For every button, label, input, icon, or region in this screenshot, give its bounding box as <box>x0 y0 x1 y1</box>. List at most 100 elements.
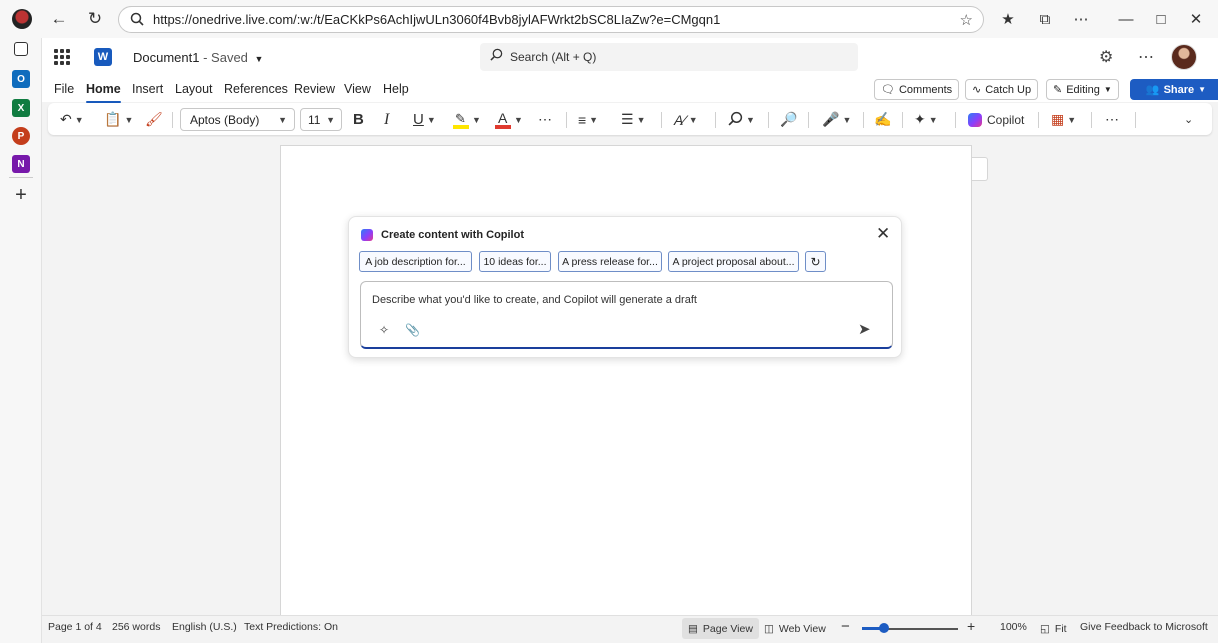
font-color-button[interactable]: A ▼ <box>495 109 523 130</box>
copilot-prompt-input[interactable]: Describe what you'd like to create, and … <box>360 281 893 349</box>
expand-ribbon-chevron-icon[interactable]: ⌄ <box>1184 109 1193 130</box>
user-avatar[interactable] <box>1171 44 1197 70</box>
catch-up-button[interactable]: ∿ Catch Up <box>965 79 1039 100</box>
close-icon[interactable]: ✕ <box>876 225 890 242</box>
comment-icon: 🗨 <box>881 84 895 96</box>
suggestion-chip[interactable]: A job description for... <box>359 251 472 272</box>
tabs-icon[interactable] <box>14 42 28 56</box>
editor-button[interactable]: ✍ <box>874 109 891 130</box>
tab-file[interactable]: File <box>54 82 74 96</box>
copilot-create-panel: Create content with Copilot ✕ A job desc… <box>348 216 902 358</box>
refresh-icon[interactable]: ↻ <box>84 8 106 30</box>
bullet-list-icon: ≡ <box>578 111 587 128</box>
zoom-slider-handle[interactable] <box>879 623 889 633</box>
tab-review[interactable]: Review <box>294 82 335 96</box>
styles-button[interactable]: A⁄ ▼ <box>674 109 698 130</box>
tab-layout[interactable]: Layout <box>175 82 213 96</box>
favorites-icon[interactable]: ★ <box>997 8 1019 30</box>
paste-button[interactable]: 📋 ▼ <box>104 109 133 130</box>
find-button[interactable]: ▼ <box>728 109 755 130</box>
page-view-button[interactable]: ▤ Page View <box>682 618 759 639</box>
more-options-icon[interactable]: ⋯ <box>1138 47 1154 67</box>
page-count[interactable]: Page 1 of 4 <box>48 621 102 633</box>
undo-button[interactable]: ↶ ▼ <box>60 109 84 130</box>
font-size-dropdown[interactable]: 11 ▼ <box>300 108 342 131</box>
designer-button[interactable]: ✦ ▼ <box>914 109 938 130</box>
more-ribbon-options-icon[interactable]: ⋯ <box>1105 109 1119 130</box>
tab-help[interactable]: Help <box>383 82 409 96</box>
outlook-icon[interactable]: O <box>12 70 30 88</box>
tab-insert[interactable]: Insert <box>132 82 163 96</box>
tab-view[interactable]: View <box>344 82 371 96</box>
suggestion-chip[interactable]: A press release for... <box>558 251 662 272</box>
prompt-placeholder: Describe what you'd like to create, and … <box>372 294 697 306</box>
format-painter-button[interactable]: 🖌 <box>145 109 163 130</box>
bold-button[interactable]: B <box>353 109 364 130</box>
bullets-button[interactable]: ≡ ▼ <box>578 109 598 130</box>
chevron-down-icon: ▼ <box>472 114 481 125</box>
addins-button[interactable]: ▦ ▼ <box>1051 109 1076 130</box>
editing-mode-button[interactable]: ✎ Editing ▼ <box>1046 79 1119 100</box>
maximize-icon[interactable]: □ <box>1150 8 1172 30</box>
more-font-options-icon[interactable]: ⋯ <box>538 109 552 130</box>
grid-addins-icon: ▦ <box>1051 111 1065 127</box>
refresh-suggestions-icon[interactable]: ↻ <box>805 251 826 272</box>
ribbon-divider <box>863 112 864 128</box>
onenote-icon[interactable]: N <box>12 155 30 173</box>
text-predictions-status[interactable]: Text Predictions: On <box>244 621 338 633</box>
minimize-icon[interactable]: — <box>1115 8 1137 30</box>
zoom-out-icon[interactable]: − <box>841 618 850 635</box>
people-icon: 👥 <box>1145 84 1160 96</box>
sparkle-prompts-icon[interactable]: ✧ <box>379 323 389 337</box>
browser-profile-icon[interactable] <box>12 9 32 29</box>
web-view-button[interactable]: ◫ Web View <box>758 618 832 639</box>
align-button[interactable]: ☰ ▼ <box>621 109 645 130</box>
address-bar[interactable]: https://onedrive.live.com/:w:/t/EaCKkPs6… <box>118 6 984 33</box>
document-title[interactable]: Document1 - Saved ▼ <box>133 50 263 65</box>
fit-button[interactable]: ◱ Fit <box>1034 618 1073 639</box>
word-header: W Document1 - Saved ▼ Search (Alt + Q) ⚙… <box>42 38 1218 76</box>
underline-button[interactable]: U ▼ <box>413 109 436 130</box>
suggestion-chip[interactable]: A project proposal about... <box>668 251 799 272</box>
feedback-link[interactable]: Give Feedback to Microsoft <box>1080 621 1208 633</box>
font-family-dropdown[interactable]: Aptos (Body) ▼ <box>180 108 295 131</box>
favorite-star-icon[interactable]: ☆ <box>960 11 973 29</box>
ribbon-divider <box>902 112 903 128</box>
chevron-down-icon: ▼ <box>928 114 938 125</box>
status-bar: Page 1 of 4 256 words English (U.S.) Tex… <box>42 615 1218 643</box>
paintbrush-icon: 🖌 <box>145 111 163 127</box>
more-menu-icon[interactable]: ⋯ <box>1070 8 1092 30</box>
back-arrow-icon[interactable]: ← <box>48 8 70 30</box>
suggestion-chip[interactable]: 10 ideas for... <box>479 251 551 272</box>
comments-button[interactable]: 🗨 Comments <box>874 79 960 100</box>
share-button[interactable]: 👥 Share ▼ <box>1130 79 1218 100</box>
add-icon[interactable]: + <box>12 184 30 206</box>
reuse-files-button[interactable]: 🔎 <box>780 109 797 130</box>
search-input[interactable]: Search (Alt + Q) <box>480 43 858 71</box>
chevron-down-icon: ▼ <box>124 114 134 125</box>
word-count[interactable]: 256 words <box>112 621 160 633</box>
side-rail: O X P N + <box>0 38 42 643</box>
align-icon: ☰ <box>621 111 634 127</box>
copilot-label: Copilot <box>987 112 1025 127</box>
app-launcher-icon[interactable] <box>54 49 70 65</box>
settings-gear-icon[interactable]: ⚙ <box>1099 47 1113 67</box>
tab-home[interactable]: Home <box>86 82 121 103</box>
copilot-button[interactable]: Copilot <box>968 109 1024 130</box>
font-color-icon: A <box>495 110 511 130</box>
powerpoint-icon[interactable]: P <box>12 127 30 145</box>
language-status[interactable]: English (U.S.) <box>172 621 237 633</box>
send-icon[interactable]: ➤ <box>858 320 871 338</box>
chevron-down-icon: ▼ <box>1198 85 1207 94</box>
highlight-color-button[interactable]: ✎ ▼ <box>453 109 481 130</box>
dictate-button[interactable]: 🎤 ▼ <box>822 109 851 130</box>
page-side-tab[interactable] <box>972 157 988 181</box>
paperclip-attach-icon[interactable]: 📎 <box>405 323 420 337</box>
excel-icon[interactable]: X <box>12 99 30 117</box>
close-window-icon[interactable]: ✕ <box>1185 8 1207 30</box>
zoom-level[interactable]: 100% <box>1000 621 1027 633</box>
collections-icon[interactable]: ⧉ <box>1034 8 1056 30</box>
zoom-in-icon[interactable]: + <box>967 618 975 634</box>
tab-references[interactable]: References <box>224 82 288 96</box>
italic-button[interactable]: I <box>384 109 389 130</box>
